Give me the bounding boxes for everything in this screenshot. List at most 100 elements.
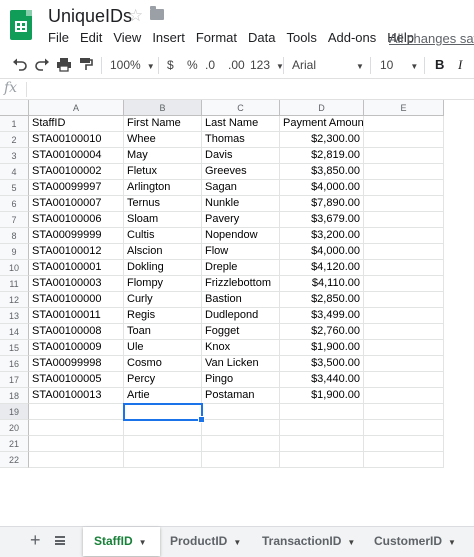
row-header[interactable]: 14 — [0, 324, 29, 340]
document-title[interactable]: UniqueIDs — [48, 6, 132, 27]
cell[interactable]: May — [124, 148, 202, 164]
paint-format-icon[interactable] — [78, 56, 94, 77]
cell[interactable] — [124, 452, 202, 468]
star-icon[interactable]: ☆ — [128, 6, 143, 26]
cell[interactable]: Frizzlebottom — [202, 276, 280, 292]
cell[interactable]: $2,300.00 — [280, 132, 364, 148]
cell[interactable]: STA00100010 — [29, 132, 124, 148]
increase-decimal-button[interactable]: .00 — [228, 56, 245, 74]
column-header-b[interactable]: B — [124, 100, 202, 116]
menu-data[interactable]: Data — [248, 30, 275, 48]
cell[interactable]: Fogget — [202, 324, 280, 340]
cell[interactable]: STA00100003 — [29, 276, 124, 292]
cell[interactable]: $2,819.00 — [280, 148, 364, 164]
cell[interactable] — [364, 180, 444, 196]
bold-button[interactable]: B — [435, 56, 444, 74]
cell[interactable]: Percy — [124, 372, 202, 388]
percent-format-button[interactable]: % — [187, 56, 198, 74]
cell[interactable]: $1,900.00 — [280, 388, 364, 404]
cell[interactable]: $3,500.00 — [280, 356, 364, 372]
font-size-select[interactable]: 10 ▼ — [380, 56, 418, 76]
cell[interactable]: Cultis — [124, 228, 202, 244]
tab-staffid[interactable]: StaffID ▼ — [83, 527, 160, 556]
sheet-list-icon[interactable] — [55, 536, 65, 545]
zoom-select[interactable]: 100% ▼ — [110, 56, 155, 76]
cell[interactable] — [202, 404, 280, 420]
folder-icon[interactable] — [150, 6, 164, 20]
cell[interactable] — [364, 292, 444, 308]
cell[interactable]: STA00100005 — [29, 372, 124, 388]
tab-customerid[interactable]: CustomerID ▼ — [374, 527, 474, 556]
cell[interactable]: Pavery — [202, 212, 280, 228]
cell[interactable]: STA00100001 — [29, 260, 124, 276]
cell[interactable] — [364, 308, 444, 324]
row-header[interactable]: 8 — [0, 228, 29, 244]
cell[interactable]: Nopendow — [202, 228, 280, 244]
cell[interactable] — [280, 452, 364, 468]
save-status-link[interactable]: All changes saved — [389, 31, 474, 46]
cell[interactable] — [364, 324, 444, 340]
cell[interactable] — [202, 436, 280, 452]
menu-file[interactable]: File — [48, 30, 69, 48]
cell[interactable] — [124, 420, 202, 436]
cell[interactable]: Flow — [202, 244, 280, 260]
cell[interactable]: $4,110.00 — [280, 276, 364, 292]
cell[interactable]: Knox — [202, 340, 280, 356]
cell[interactable]: Fletux — [124, 164, 202, 180]
cell[interactable] — [364, 164, 444, 180]
cell[interactable] — [202, 452, 280, 468]
cell[interactable]: Greeves — [202, 164, 280, 180]
cell[interactable] — [364, 372, 444, 388]
row-header[interactable]: 5 — [0, 180, 29, 196]
cell[interactable] — [364, 132, 444, 148]
cell[interactable]: Arlington — [124, 180, 202, 196]
cell[interactable]: Alscion — [124, 244, 202, 260]
italic-button[interactable]: I — [458, 56, 462, 74]
cell[interactable] — [364, 436, 444, 452]
menu-format[interactable]: Format — [196, 30, 237, 48]
cell[interactable] — [364, 420, 444, 436]
cell[interactable]: STA00100008 — [29, 324, 124, 340]
cell[interactable]: STA00100000 — [29, 292, 124, 308]
cell[interactable]: $3,440.00 — [280, 372, 364, 388]
menu-edit[interactable]: Edit — [80, 30, 102, 48]
row-header[interactable]: 10 — [0, 260, 29, 276]
cell[interactable]: Flompy — [124, 276, 202, 292]
select-all-corner[interactable] — [0, 100, 29, 116]
row-header[interactable]: 9 — [0, 244, 29, 260]
cell[interactable]: STA00100011 — [29, 308, 124, 324]
cell[interactable]: STA00100006 — [29, 212, 124, 228]
column-header-c[interactable]: C — [202, 100, 280, 116]
cell[interactable] — [280, 404, 364, 420]
cell[interactable]: Pingo — [202, 372, 280, 388]
cell[interactable] — [364, 212, 444, 228]
cell[interactable]: $7,890.00 — [280, 196, 364, 212]
cell[interactable]: Sagan — [202, 180, 280, 196]
row-header[interactable]: 13 — [0, 308, 29, 324]
row-header[interactable]: 1 — [0, 116, 29, 132]
cell[interactable]: Curly — [124, 292, 202, 308]
cell[interactable]: STA00099997 — [29, 180, 124, 196]
currency-format-button[interactable]: $ — [167, 56, 174, 74]
cell[interactable]: Whee — [124, 132, 202, 148]
cell[interactable] — [364, 356, 444, 372]
row-header[interactable]: 11 — [0, 276, 29, 292]
row-header[interactable]: 4 — [0, 164, 29, 180]
row-header[interactable]: 17 — [0, 372, 29, 388]
row-header[interactable]: 21 — [0, 436, 29, 452]
cell[interactable]: $1,900.00 — [280, 340, 364, 356]
formula-input[interactable] — [32, 81, 472, 97]
row-header[interactable]: 12 — [0, 292, 29, 308]
row-header[interactable]: 20 — [0, 420, 29, 436]
row-header[interactable]: 3 — [0, 148, 29, 164]
row-header[interactable]: 18 — [0, 388, 29, 404]
menu-addons[interactable]: Add-ons — [328, 30, 376, 48]
cell[interactable]: STA00100004 — [29, 148, 124, 164]
menu-insert[interactable]: Insert — [152, 30, 185, 48]
cell[interactable]: $3,499.00 — [280, 308, 364, 324]
cell[interactable]: Toan — [124, 324, 202, 340]
cell[interactable] — [364, 196, 444, 212]
cell[interactable]: STA00100009 — [29, 340, 124, 356]
add-sheet-button[interactable]: + — [30, 530, 41, 551]
cell[interactable]: Sloam — [124, 212, 202, 228]
